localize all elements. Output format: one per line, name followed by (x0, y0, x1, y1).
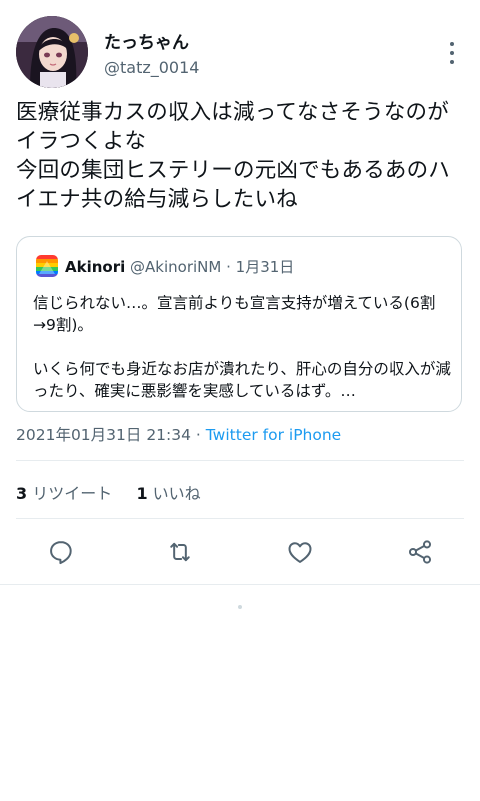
quoted-author-handle: @AkinoriNM (130, 258, 222, 276)
divider (16, 460, 464, 461)
quoted-separator: · (226, 258, 231, 276)
more-dot (450, 60, 454, 64)
likes-count[interactable]: 1 (136, 484, 147, 503)
quoted-date: 1月31日 (235, 258, 295, 276)
reply-icon[interactable] (47, 538, 75, 566)
quoted-tweet[interactable]: Akinori @AkinoriNM · 1月31日 信じられない…。宣言前より… (16, 236, 462, 412)
tweet-header: たっちゃん @tatz_0014 (16, 14, 464, 90)
author-name[interactable]: たっちゃん (104, 28, 189, 53)
loading-indicator (238, 605, 242, 609)
retweet-icon[interactable] (166, 538, 194, 566)
tweet-stats: 3 リツイート 1 いいね (16, 480, 201, 504)
more-dot (450, 42, 454, 46)
heart-icon[interactable] (286, 538, 314, 566)
author-handle[interactable]: @tatz_0014 (104, 58, 199, 77)
tweet-meta: 2021年01月31日 21:34 · Twitter for iPhone (16, 423, 341, 445)
share-icon[interactable] (406, 538, 434, 566)
retweets-count[interactable]: 3 (16, 484, 27, 503)
quoted-tweet-header: Akinori @AkinoriNM · 1月31日 (65, 256, 294, 277)
more-icon[interactable] (444, 42, 460, 64)
quoted-author-name: Akinori (65, 258, 126, 276)
more-dot (450, 51, 454, 55)
divider (0, 584, 480, 585)
tweet-client-link[interactable]: Twitter for iPhone (206, 426, 341, 444)
tweet-text: 医療従事カスの収入は減ってなさそうなのがイラつくよな 今回の集団ヒステリーの元凶… (16, 100, 451, 212)
quoted-tweet-text: 信じられない…。宣言前よりも宣言支持が増えている(6割→9割)。 いくら何でも身… (33, 294, 451, 400)
meta-separator: · (191, 426, 206, 444)
tweet-timestamp[interactable]: 2021年01月31日 21:34 (16, 426, 191, 444)
tweet-actions (0, 530, 480, 574)
divider (16, 518, 464, 519)
retweets-label[interactable]: リツイート (32, 484, 112, 503)
author-avatar[interactable] (16, 16, 88, 88)
likes-label[interactable]: いいね (153, 484, 201, 503)
quoted-author-avatar[interactable] (36, 255, 58, 277)
